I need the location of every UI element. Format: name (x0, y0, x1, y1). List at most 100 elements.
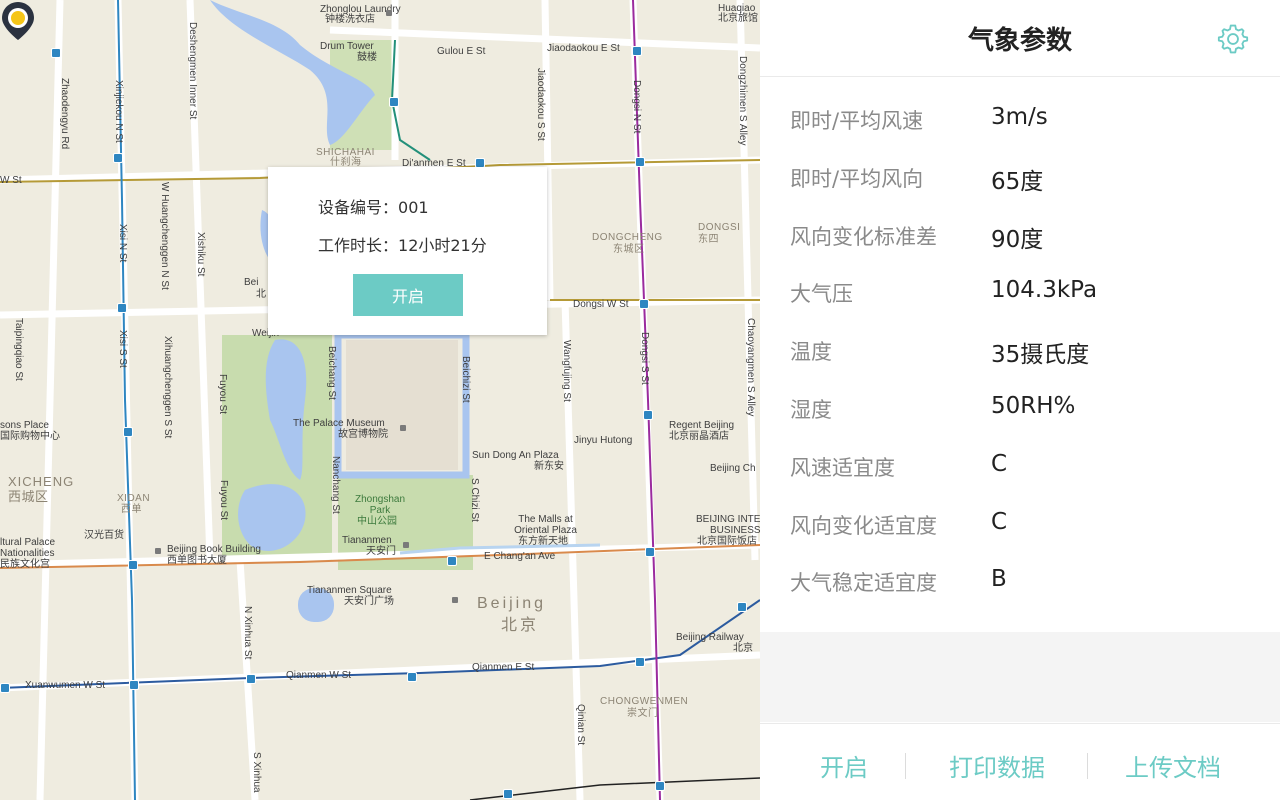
map-label: Qianmen W St (286, 670, 352, 681)
location-pin-icon[interactable] (0, 0, 36, 42)
param-row-direction-suitability: 风向变化适宜度 C (760, 495, 1280, 553)
map-label: 天安门 (366, 546, 396, 557)
map-label: Gulou E St (437, 46, 486, 57)
map-label: W St (0, 175, 22, 186)
map-label: DONGSI (698, 222, 741, 233)
map-label: Qinian St (575, 704, 586, 746)
map-label: Deshengmen Inner St (187, 22, 198, 120)
panel-header: 气象参数 (760, 0, 1280, 77)
metro-station-icon (635, 657, 645, 667)
map-label: Regent Beijing (669, 420, 735, 431)
poi-icon (403, 542, 409, 548)
param-label: 风速适宜度 (790, 455, 895, 480)
map-label: Jiaodaokou E St (547, 43, 620, 54)
map-label: Tiananmen Square (307, 585, 392, 596)
param-row-stability-suitability: 大气稳定适宜度 B (760, 552, 1280, 610)
weather-params-panel: 气象参数 即时/平均风速 3m/s 即时/平均风向 65度 风向变化标准差 90… (760, 0, 1280, 800)
map-label: DONGCHENG (592, 232, 663, 243)
param-value: B (991, 566, 1007, 593)
metro-station-icon (51, 48, 61, 58)
metro-station-icon (123, 427, 133, 437)
map-label: 西城区 (8, 490, 49, 505)
map-label: Xinjiekou N St (113, 80, 124, 143)
map-label: Xuanwumen W St (25, 680, 106, 691)
map-label: 故宫博物院 (338, 429, 388, 440)
param-value: 90度 (991, 226, 1044, 253)
gear-icon[interactable] (1216, 22, 1250, 56)
map-label: 崇文门 (627, 708, 659, 719)
param-row-wind-direction: 即时/平均风向 65度 (760, 148, 1280, 206)
map-label: XIDAN (117, 493, 151, 504)
map-label: Sun Dong An Plaza (472, 450, 559, 461)
map-label: 天安门广场 (344, 596, 394, 607)
map-label: Taipingqiao St (13, 318, 24, 381)
footer-divider (1087, 753, 1088, 779)
map-label: BUSINESS (710, 525, 760, 536)
map-label: CHONGWENMEN (600, 696, 689, 707)
work-duration-value: 12小时21分 (398, 236, 487, 255)
map-label: Xihuangchenggen S St (162, 336, 173, 439)
map-label: BEIJING INTE (696, 514, 760, 525)
map-label: 中山公园 (357, 516, 397, 527)
map-label: Nanchang St (330, 456, 341, 514)
map-label: 钟楼洗衣店 (325, 14, 375, 25)
param-value: C (991, 508, 1008, 535)
metro-station-icon (129, 680, 139, 690)
param-label: 温度 (790, 340, 832, 365)
map-label: 新东安 (534, 461, 564, 472)
map-label: Dongsi N St (631, 80, 642, 134)
device-number-label: 设备编号： (318, 198, 399, 217)
metro-station-icon (0, 683, 10, 693)
map-label: N Xinhua St (242, 606, 253, 660)
param-row-wind-suitability: 风速适宜度 C (760, 437, 1280, 495)
device-number-value: 001 (398, 198, 429, 217)
map-label: ltural Palace (0, 537, 56, 548)
map-label: E Chang'an Ave (484, 551, 556, 562)
metro-station-icon (246, 674, 256, 684)
map-label: Wangfujing St (561, 340, 572, 402)
panel-footer: 开启 打印数据 上传文档 (760, 723, 1280, 801)
popup-open-button[interactable]: 开启 (353, 274, 463, 316)
metro-station-icon (447, 556, 457, 566)
map-label: 鼓楼 (357, 52, 377, 63)
map-label: 东四 (698, 234, 719, 245)
param-label: 即时/平均风速 (790, 109, 924, 133)
map-label: Nationalities (0, 548, 55, 559)
work-duration-row: 工作时长：12小时21分 (318, 232, 487, 256)
map-label: sons Place (0, 420, 49, 431)
map-label: Xisi N St (117, 224, 128, 263)
open-button[interactable]: 开启 (820, 748, 868, 783)
map-label: Beijing (477, 595, 547, 612)
map-label: 汉光百货 (84, 530, 124, 541)
map-label: 民族文化宫 (0, 559, 50, 570)
map-label: The Palace Museum (293, 418, 385, 429)
map-label: 北京 (733, 643, 753, 654)
map-label: Xishiku St (195, 232, 206, 277)
map-label: 国际购物中心 (0, 431, 60, 442)
print-data-button[interactable]: 打印数据 (949, 748, 1045, 783)
work-duration-label: 工作时长： (318, 236, 399, 255)
poi-icon (386, 10, 392, 16)
metro-station-icon (655, 781, 665, 791)
param-value: 35摄氏度 (991, 342, 1090, 369)
param-value: C (991, 450, 1008, 477)
panel-title: 气象参数 (967, 26, 1072, 56)
spacer-band (760, 632, 1280, 722)
poi-icon (155, 548, 161, 554)
map-label: 北京国际饭店 (697, 536, 757, 547)
map-label: 北 (256, 289, 266, 300)
map-label: Bei (244, 277, 259, 288)
map-view[interactable]: Zhonglou Laundry 钟楼洗衣店 Huaqiao 北京旅馆 Drum… (0, 0, 760, 800)
param-value: 104.3kPa (991, 277, 1098, 304)
map-label: Qianmen E St (472, 662, 535, 673)
map-label: 东方新天地 (518, 536, 568, 547)
metro-station-icon (635, 157, 645, 167)
map-label: Dongzhimen S Alley (737, 56, 748, 146)
map-label: W Huangchenggen N St (159, 182, 170, 290)
upload-document-button[interactable]: 上传文档 (1125, 748, 1221, 783)
map-label: Drum Tower (320, 41, 374, 52)
metro-station-icon (128, 560, 138, 570)
poi-icon (452, 597, 458, 603)
map-label: 北京 (501, 615, 540, 634)
map-label: Fuyou St (217, 374, 228, 415)
